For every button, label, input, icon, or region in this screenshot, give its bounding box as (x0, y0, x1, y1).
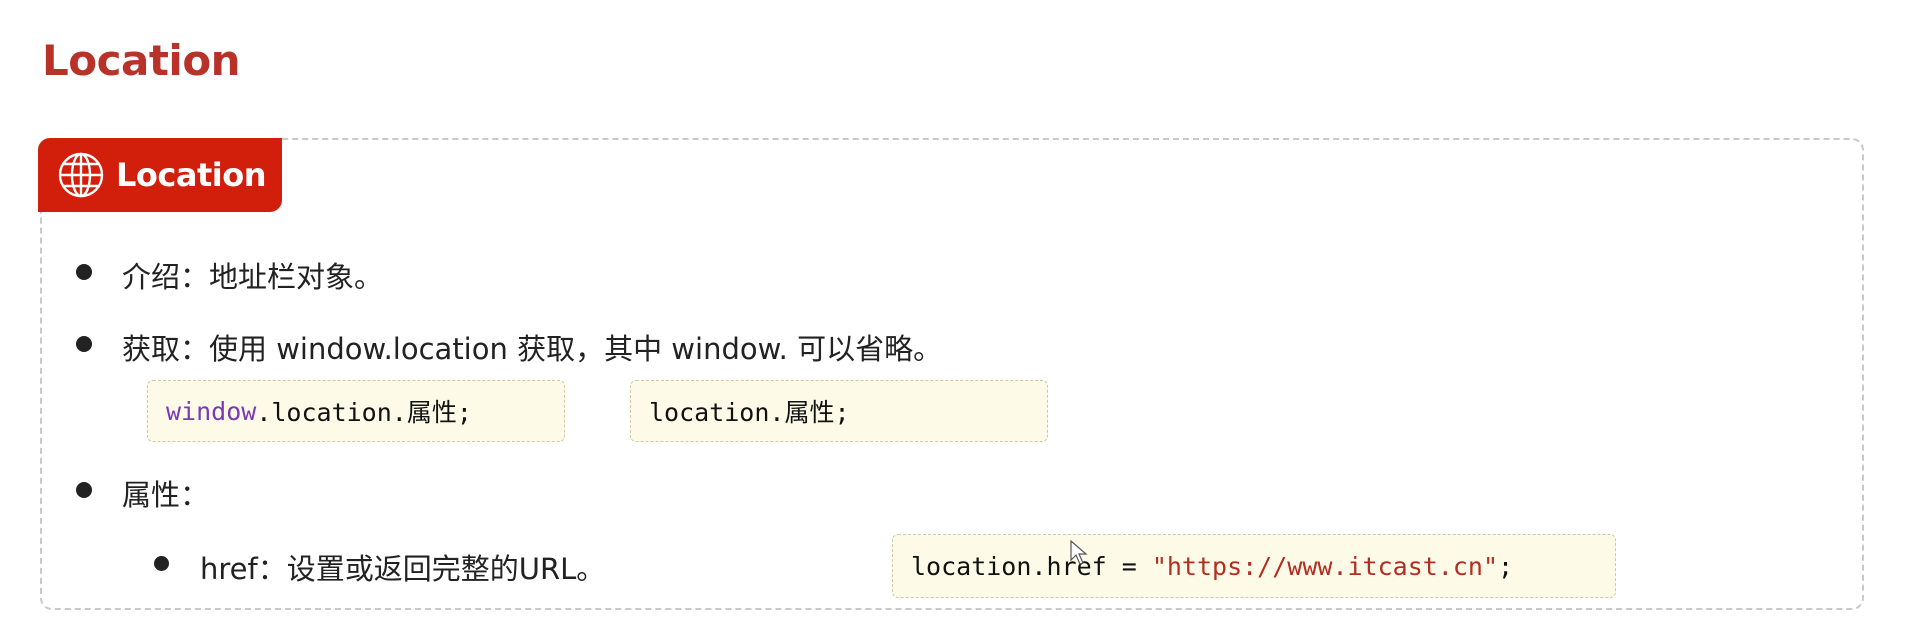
code-href-string: "https://www.itcast.cn" (1151, 551, 1499, 581)
bullet-dot (76, 336, 92, 352)
code-keyword: window (166, 396, 257, 426)
sub-bullet-href: href：设置或返回完整的URL。 (200, 552, 606, 586)
sub-bullet-dot (154, 556, 169, 571)
code-href: location.href = "https://www.itcast.cn"; (892, 534, 1616, 598)
bullet-dot (76, 482, 92, 498)
bullet-properties: 属性： (122, 478, 210, 512)
code-location: location.属性; (630, 380, 1048, 442)
bullet-intro: 介绍：地址栏对象。 (122, 260, 384, 294)
page-title: Location (42, 36, 241, 85)
code-text: location.属性; (649, 398, 850, 427)
code-href-prefix: location.href = (911, 551, 1152, 581)
bullet-get: 获取：使用 window.location 获取，其中 window. 可以省略… (122, 332, 943, 366)
code-href-suffix: ; (1498, 551, 1514, 581)
code-rest: .location.属性; (256, 398, 472, 427)
card-tab-label: Location (116, 156, 266, 194)
card-tab: Location (38, 138, 282, 212)
bullet-dot (76, 264, 92, 280)
mouse-pointer-icon (1070, 540, 1088, 565)
code-window-location: window .location.属性; (147, 380, 565, 442)
globe-icon (58, 152, 104, 198)
